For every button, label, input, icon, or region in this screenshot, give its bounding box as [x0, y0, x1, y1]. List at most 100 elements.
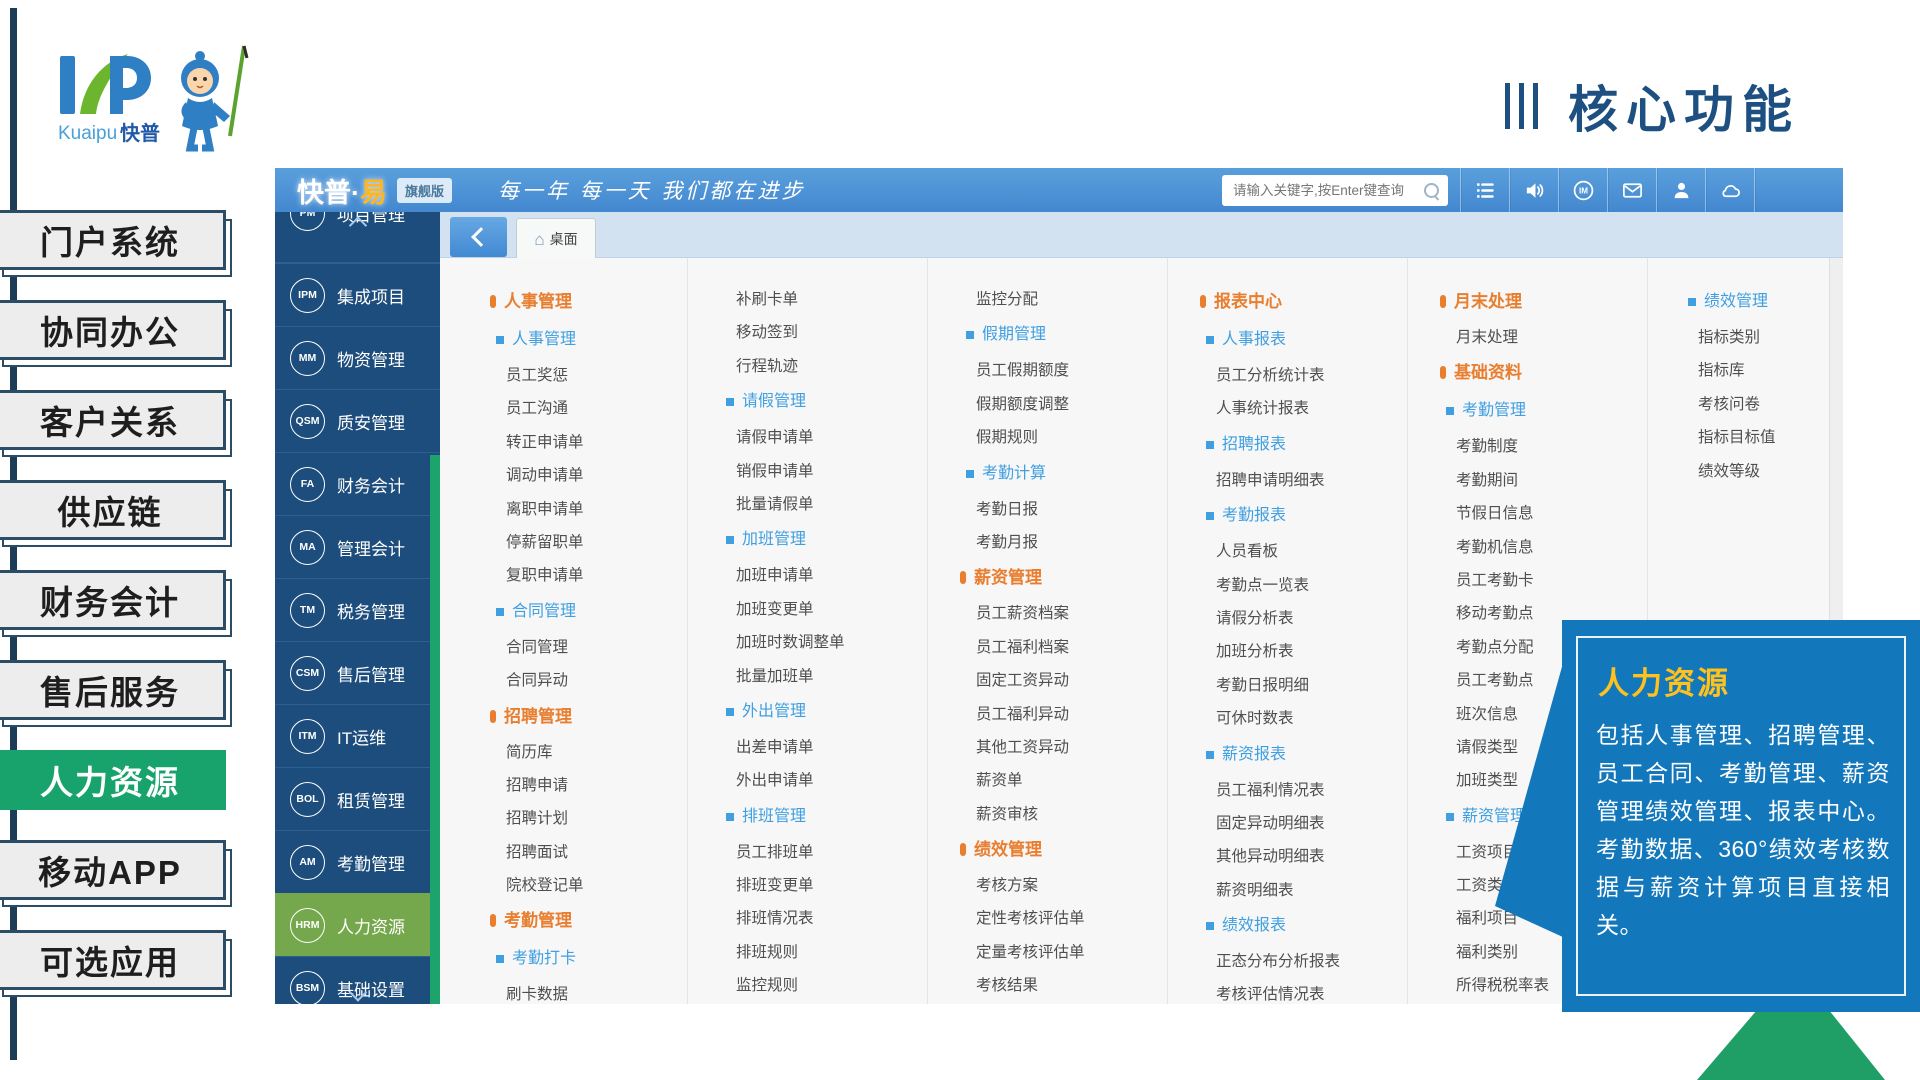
- menu-entry[interactable]: 销假申请单: [720, 455, 927, 488]
- menu-entry[interactable]: 固定异动明细表: [1200, 807, 1407, 840]
- menu-entry[interactable]: 员工假期额度: [960, 354, 1167, 387]
- menu-entry[interactable]: 员工分析统计表: [1200, 359, 1407, 392]
- menu-entry[interactable]: 加班分析表: [1200, 635, 1407, 668]
- left-menu-item-6[interactable]: 售后服务: [0, 660, 226, 720]
- sidebar-item-ma[interactable]: MA管理会计: [275, 515, 440, 578]
- menu-entry[interactable]: 员工福利档案: [960, 631, 1167, 664]
- menu-entry[interactable]: 其他工资异动: [960, 731, 1167, 764]
- search-input[interactable]: [1231, 182, 1424, 199]
- sidebar-item-hrm[interactable]: HRM人力资源: [275, 893, 440, 956]
- list-button[interactable]: [1460, 168, 1509, 212]
- menu-entry[interactable]: 人员看板: [1200, 535, 1407, 568]
- menu-entry[interactable]: 招聘计划: [490, 802, 687, 835]
- menu-entry[interactable]: 考勤月报: [960, 526, 1167, 559]
- speaker-button[interactable]: [1509, 168, 1558, 212]
- menu-entry[interactable]: 排班变更单: [720, 869, 927, 902]
- menu-entry[interactable]: 考勤期间: [1440, 464, 1647, 497]
- menu-entry[interactable]: 合同管理: [490, 631, 687, 664]
- menu-entry[interactable]: 考勤日报: [960, 493, 1167, 526]
- menu-entry[interactable]: 简历库: [490, 736, 687, 769]
- menu-entry[interactable]: 定量考核评估单: [960, 936, 1167, 969]
- menu-entry[interactable]: 员工奖惩: [490, 359, 687, 392]
- menu-entry[interactable]: 行程轨迹: [720, 350, 927, 383]
- user-button[interactable]: [1656, 168, 1705, 212]
- menu-entry[interactable]: 批量加班单: [720, 660, 927, 693]
- menu-entry[interactable]: 考核结果: [960, 969, 1167, 1002]
- sidebar-item-ipm[interactable]: IPM集成项目: [275, 263, 440, 326]
- left-menu-item-8[interactable]: 移动APP: [0, 840, 226, 900]
- menu-entry[interactable]: 正态分布分析报表: [1200, 945, 1407, 978]
- menu-entry[interactable]: 薪资明细表: [1200, 874, 1407, 907]
- menu-entry[interactable]: 批量请假单: [720, 488, 927, 521]
- mail-button[interactable]: [1607, 168, 1656, 212]
- menu-entry[interactable]: 指标目标值: [1682, 421, 1830, 454]
- menu-entry[interactable]: 加班申请单: [720, 559, 927, 592]
- menu-entry[interactable]: 人事统计报表: [1200, 392, 1407, 425]
- menu-entry[interactable]: 排班规则: [720, 936, 927, 969]
- menu-entry[interactable]: 定性考核评估单: [960, 902, 1167, 935]
- sidebar-item-csm[interactable]: CSM售后管理: [275, 641, 440, 704]
- menu-entry[interactable]: 指标类别: [1682, 321, 1830, 354]
- menu-entry[interactable]: 调动申请单: [490, 459, 687, 492]
- menu-entry[interactable]: 招聘面试: [490, 836, 687, 869]
- menu-entry[interactable]: 考勤点一览表: [1200, 569, 1407, 602]
- menu-entry[interactable]: 离职申请单: [490, 493, 687, 526]
- search-box[interactable]: [1222, 175, 1448, 206]
- sidebar-item-fa[interactable]: FA财务会计: [275, 452, 440, 515]
- sidebar-item-bol[interactable]: BOL租赁管理: [275, 767, 440, 830]
- menu-entry[interactable]: 院校登记单: [490, 869, 687, 902]
- menu-entry[interactable]: 其他异动明细表: [1200, 840, 1407, 873]
- menu-entry[interactable]: 月末处理: [1440, 321, 1647, 354]
- left-menu-item-3[interactable]: 客户关系: [0, 390, 226, 450]
- left-menu-item-7[interactable]: 人力资源: [0, 750, 226, 810]
- menu-entry[interactable]: 固定工资异动: [960, 664, 1167, 697]
- menu-entry[interactable]: 监控规则: [720, 969, 927, 1002]
- menu-entry[interactable]: 转正申请单: [490, 426, 687, 459]
- menu-entry[interactable]: 考勤日报明细: [1200, 669, 1407, 702]
- menu-entry[interactable]: 排班情况表: [720, 902, 927, 935]
- menu-entry[interactable]: 可休时数表: [1200, 702, 1407, 735]
- search-icon[interactable]: [1424, 183, 1439, 198]
- menu-entry[interactable]: 考核方案: [960, 869, 1167, 902]
- left-menu-item-2[interactable]: 协同办公: [0, 300, 226, 360]
- menu-entry[interactable]: 补刷卡单: [720, 283, 927, 316]
- menu-entry[interactable]: 移动签到: [720, 316, 927, 349]
- left-menu-item-1[interactable]: 门户系统: [0, 210, 226, 270]
- menu-entry[interactable]: 薪资单: [960, 764, 1167, 797]
- menu-entry[interactable]: 考勤机信息: [1440, 531, 1647, 564]
- menu-entry[interactable]: 监控分配: [960, 283, 1167, 316]
- left-menu-item-9[interactable]: 可选应用: [0, 930, 226, 990]
- menu-entry[interactable]: 指标库: [1682, 354, 1830, 387]
- menu-entry[interactable]: 外出申请单: [720, 764, 927, 797]
- menu-entry[interactable]: 加班变更单: [720, 593, 927, 626]
- sidebar-item-qsm[interactable]: QSM质安管理: [275, 389, 440, 452]
- menu-entry[interactable]: 员工考勤卡: [1440, 564, 1647, 597]
- menu-entry[interactable]: 节假日信息: [1440, 497, 1647, 530]
- menu-entry[interactable]: 绩效等级: [1682, 455, 1830, 488]
- menu-entry[interactable]: 员工沟通: [490, 392, 687, 425]
- left-menu-item-4[interactable]: 供应链: [0, 480, 226, 540]
- menu-entry[interactable]: 考勤制度: [1440, 430, 1647, 463]
- menu-entry[interactable]: 请假申请单: [720, 421, 927, 454]
- menu-entry[interactable]: 加班时数调整单: [720, 626, 927, 659]
- sidebar-item-partial[interactable]: PM 项目管理: [275, 212, 440, 263]
- menu-entry[interactable]: 招聘申请明细表: [1200, 464, 1407, 497]
- cloud-button[interactable]: [1705, 168, 1754, 212]
- tab-desktop[interactable]: ⌂ 桌面: [516, 218, 596, 259]
- menu-entry[interactable]: 员工福利异动: [960, 698, 1167, 731]
- menu-entry[interactable]: 刷卡数据: [490, 978, 687, 1004]
- back-button[interactable]: [450, 217, 507, 257]
- menu-entry[interactable]: 复职申请单: [490, 559, 687, 592]
- menu-entry[interactable]: 薪资审核: [960, 798, 1167, 831]
- im-button[interactable]: IM: [1558, 168, 1607, 212]
- menu-entry[interactable]: 合同异动: [490, 664, 687, 697]
- left-menu-item-5[interactable]: 财务会计: [0, 570, 226, 630]
- menu-entry[interactable]: 假期规则: [960, 421, 1167, 454]
- menu-entry[interactable]: 考核评估情况表: [1200, 978, 1407, 1004]
- menu-entry[interactable]: 员工福利情况表: [1200, 774, 1407, 807]
- menu-entry[interactable]: 请假分析表: [1200, 602, 1407, 635]
- menu-entry[interactable]: 招聘申请: [490, 769, 687, 802]
- sidebar-item-mm[interactable]: MM物资管理: [275, 326, 440, 389]
- menu-entry[interactable]: 出差申请单: [720, 731, 927, 764]
- sidebar-item-itm[interactable]: ITMIT运维: [275, 704, 440, 767]
